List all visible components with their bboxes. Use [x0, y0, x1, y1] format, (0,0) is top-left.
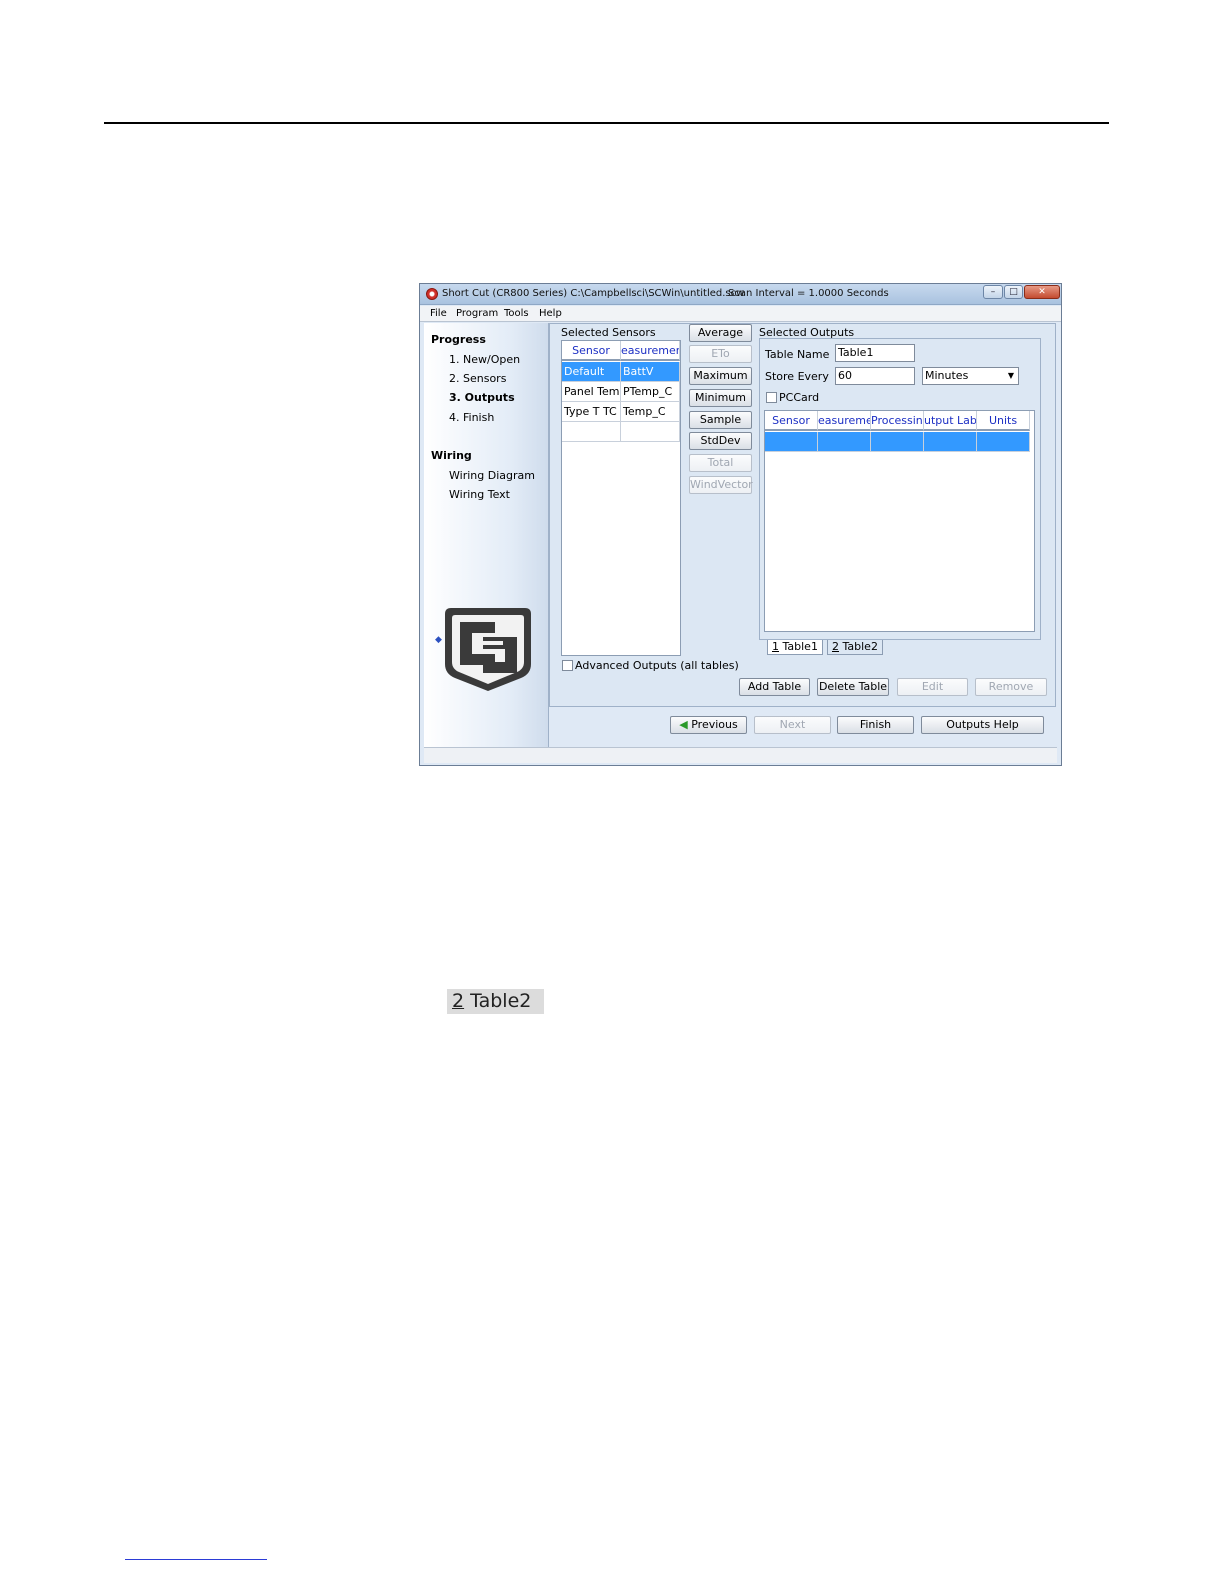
- measurement-column-header[interactable]: easuremer: [621, 341, 680, 361]
- advanced-outputs-label: Advanced Outputs (all tables): [575, 659, 739, 672]
- table-name-input[interactable]: Table1: [835, 344, 915, 362]
- pccard-checkbox[interactable]: [766, 392, 777, 403]
- output-cell[interactable]: [924, 432, 977, 452]
- pccard-label: PCCard: [779, 391, 820, 404]
- store-every-unit-value: Minutes: [925, 369, 969, 382]
- measurement-cell[interactable]: PTemp_C: [621, 382, 680, 402]
- left-nav-panel: Progress 1. New/Open 2. Sensors 3. Outpu…: [424, 323, 549, 747]
- output-units-column-header[interactable]: Units: [977, 411, 1030, 431]
- average-button[interactable]: Average: [689, 324, 752, 342]
- wiring-heading: Wiring: [431, 449, 472, 462]
- table-name-label: Table Name: [765, 348, 830, 361]
- tab-table1-number: 1: [772, 640, 779, 653]
- measurement-cell[interactable]: BattV: [621, 362, 680, 382]
- progress-step-new-open[interactable]: 1. New/Open: [449, 353, 520, 366]
- output-label-column-header[interactable]: utput Lab: [924, 411, 977, 431]
- selected-outputs-grid: Sensor easureme Processing utput Lab Uni…: [764, 410, 1035, 632]
- output-processing-column-header[interactable]: Processing: [871, 411, 924, 431]
- table2-tab-image: 2 Table2: [447, 989, 544, 1014]
- tab-table2[interactable]: 2 Table2: [827, 640, 883, 655]
- edit-button[interactable]: Edit: [897, 678, 968, 696]
- sensor-cell[interactable]: Default: [562, 362, 621, 382]
- previous-button[interactable]: ◀ Previous: [670, 716, 747, 734]
- maximum-button[interactable]: Maximum: [689, 367, 752, 385]
- remove-button[interactable]: Remove: [975, 678, 1047, 696]
- menu-program[interactable]: Program: [456, 308, 498, 319]
- progress-step-outputs[interactable]: 3. Outputs: [449, 391, 515, 404]
- tab-table2-number: 2: [832, 640, 839, 653]
- menu-file[interactable]: File: [430, 308, 447, 319]
- output-cell[interactable]: [977, 432, 1030, 452]
- chevron-down-icon: ▼: [1007, 371, 1014, 380]
- windvector-button[interactable]: WindVector: [689, 476, 753, 494]
- status-bar: [424, 747, 1057, 763]
- sensor-column-header[interactable]: Sensor: [562, 341, 621, 361]
- minimum-button[interactable]: Minimum: [689, 389, 752, 407]
- maximize-icon[interactable]: □: [1004, 285, 1023, 299]
- tab-image-label: Table2: [470, 990, 532, 1012]
- sensor-cell[interactable]: Type T TC: [562, 402, 621, 422]
- close-icon[interactable]: ✕: [1024, 285, 1060, 299]
- store-every-label: Store Every: [765, 370, 829, 383]
- menu-help[interactable]: Help: [539, 308, 562, 319]
- tab-table1[interactable]: 1 Table1: [767, 640, 823, 655]
- footer-link-underline: [125, 1559, 267, 1560]
- total-button[interactable]: Total: [689, 454, 752, 472]
- title-bar: Short Cut (CR800 Series) C:\Campbellsci\…: [420, 284, 1061, 305]
- measurement-cell[interactable]: Temp_C: [621, 402, 680, 422]
- empty-cell[interactable]: [621, 422, 680, 442]
- minimize-icon[interactable]: –: [983, 285, 1003, 299]
- stddev-button[interactable]: StdDev: [689, 432, 752, 450]
- selected-sensors-label: Selected Sensors: [561, 326, 656, 339]
- progress-heading: Progress: [431, 333, 486, 346]
- output-cell[interactable]: [818, 432, 871, 452]
- selected-sensors-grid: Sensor easuremer Default BattV Panel Tem…: [561, 340, 681, 656]
- tab-table2-label: Table2: [842, 640, 878, 653]
- add-table-button[interactable]: Add Table: [739, 678, 810, 696]
- eto-button[interactable]: ETo: [689, 345, 752, 363]
- arrow-left-icon: ◀: [679, 718, 688, 731]
- campbell-logo-icon: [445, 608, 531, 691]
- progress-step-sensors[interactable]: 2. Sensors: [449, 372, 506, 385]
- next-button[interactable]: Next: [754, 716, 831, 734]
- sample-button[interactable]: Sample: [689, 411, 752, 429]
- menu-bar: File Program Tools Help: [420, 306, 1061, 322]
- previous-button-label: Previous: [691, 718, 738, 731]
- progress-step-finish[interactable]: 4. Finish: [449, 411, 494, 424]
- shortcut-window: Short Cut (CR800 Series) C:\Campbellsci\…: [419, 283, 1062, 766]
- empty-cell[interactable]: [562, 422, 621, 442]
- output-cell[interactable]: [871, 432, 924, 452]
- sensor-cell[interactable]: Panel Tem: [562, 382, 621, 402]
- main-panel: Selected Sensors Sensor easuremer Defaul…: [549, 323, 1056, 707]
- tab-image-number: 2: [452, 990, 465, 1012]
- wiring-diagram-link[interactable]: Wiring Diagram: [449, 469, 535, 482]
- wiring-text-link[interactable]: Wiring Text: [449, 488, 510, 501]
- header-rule: [104, 122, 1109, 124]
- window-title: Short Cut (CR800 Series) C:\Campbellsci\…: [442, 288, 745, 299]
- outputs-help-button[interactable]: Outputs Help: [921, 716, 1044, 734]
- output-sensor-column-header[interactable]: Sensor: [765, 411, 818, 431]
- delete-table-button[interactable]: Delete Table: [817, 678, 889, 696]
- finish-button[interactable]: Finish: [837, 716, 914, 734]
- app-icon: [426, 288, 438, 300]
- scan-interval: Scan Interval = 1.0000 Seconds: [728, 288, 889, 299]
- output-measurement-column-header[interactable]: easureme: [818, 411, 871, 431]
- store-every-input[interactable]: 60: [835, 367, 915, 385]
- tab-table1-label: Table1: [782, 640, 818, 653]
- store-every-unit-select[interactable]: Minutes ▼: [922, 367, 1019, 385]
- menu-tools[interactable]: Tools: [504, 308, 529, 319]
- advanced-outputs-checkbox[interactable]: [562, 660, 573, 671]
- current-step-arrow-icon: ◆: [435, 635, 442, 645]
- output-cell[interactable]: [765, 432, 818, 452]
